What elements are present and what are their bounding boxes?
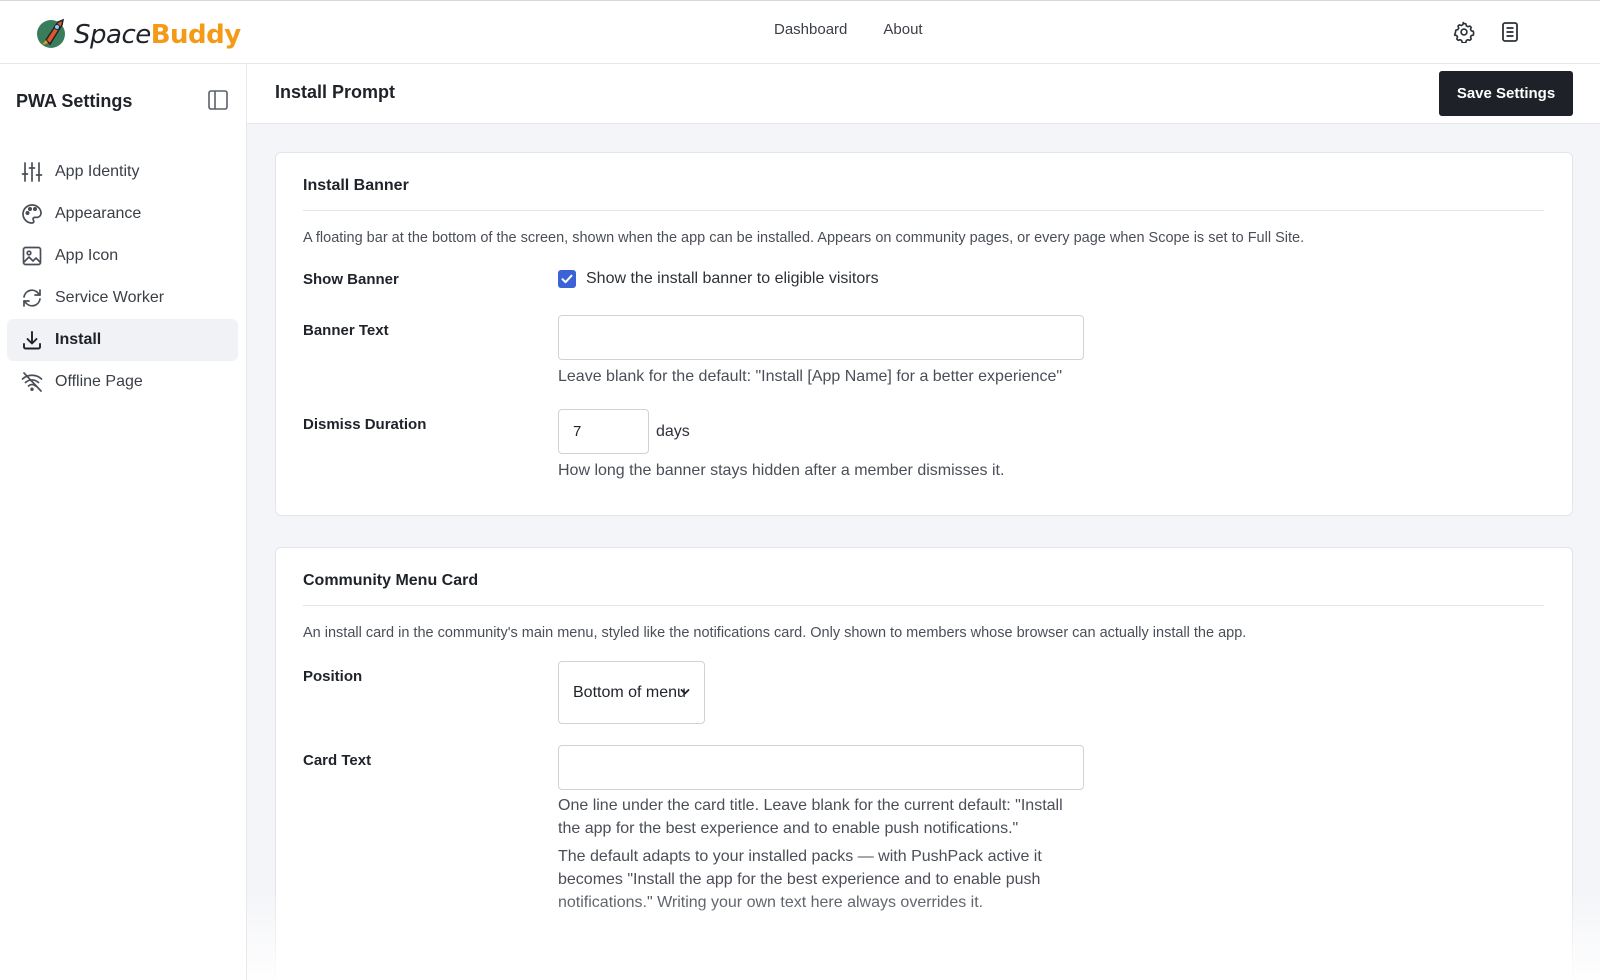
nav-about[interactable]: About — [883, 21, 922, 38]
sidebar-item-label: Offline Page — [55, 373, 143, 390]
app-logo[interactable]: SpaceBuddy — [36, 14, 241, 55]
position-field: Bottom of menu — [558, 661, 705, 724]
community-menu-card: Community Menu Card An install card in t… — [275, 547, 1573, 980]
banner-text-help: Leave blank for the default: "Install [A… — [558, 368, 1063, 385]
refresh-icon — [23, 289, 41, 307]
image-icon — [22, 246, 42, 266]
logo-word-space: Space — [74, 19, 151, 50]
sidebar-item-label: Appearance — [55, 205, 142, 222]
sidebar-header: PWA Settings — [16, 86, 231, 116]
logo-wordmark: SpaceBuddy — [74, 20, 241, 50]
sidebar-toggle-icon[interactable] — [207, 89, 231, 113]
top-bar: SpaceBuddy Dashboard About — [0, 0, 1600, 64]
sidebar-item-label: Service Worker — [55, 289, 165, 306]
dismiss-duration-label: Dismiss Duration — [303, 416, 427, 433]
page-title: Install Prompt — [275, 82, 396, 102]
card-description: A floating bar at the bottom of the scre… — [303, 230, 1305, 246]
card-text-field-wrap — [558, 745, 1084, 790]
sidebar-item-install[interactable]: Install — [7, 319, 238, 361]
nav-dashboard[interactable]: Dashboard — [774, 21, 847, 38]
main-content: Install Prompt Save Settings Install Ban… — [247, 64, 1600, 980]
sidebar-item-service-worker[interactable]: Service Worker — [7, 277, 238, 319]
top-nav: Dashboard About — [774, 21, 923, 38]
sidebar-item-label: App Icon — [55, 247, 119, 264]
install-banner-card: Install Banner A floating bar at the bot… — [275, 152, 1573, 516]
sliders-icon — [21, 162, 43, 182]
sidebar-item-offline-page[interactable]: Offline Page — [7, 361, 238, 403]
card-text-label: Card Text — [303, 752, 372, 769]
dismiss-duration-help: How long the banner stays hidden after a… — [558, 462, 1005, 479]
palette-icon — [22, 204, 42, 224]
banner-text-input[interactable] — [558, 315, 1084, 360]
card-text-input[interactable] — [558, 745, 1084, 790]
sidebar-title: PWA Settings — [16, 91, 133, 111]
gear-icon[interactable] — [1452, 20, 1476, 44]
sidebar-item-app-identity[interactable]: App Identity — [7, 151, 238, 193]
rocket-icon — [36, 14, 70, 55]
checkmark-icon — [561, 274, 573, 284]
position-select[interactable]: Bottom of menu — [558, 661, 705, 724]
card-text-help: One line under the card title. Leave bla… — [558, 797, 1063, 837]
card-description: An install card in the community's main … — [303, 625, 1247, 641]
show-banner-row: Show the install banner to eligible visi… — [558, 270, 879, 288]
chevron-down-icon — [680, 689, 690, 695]
document-icon[interactable] — [1498, 20, 1522, 44]
logo-word-buddy: Buddy — [150, 19, 242, 50]
sidebar-item-app-icon[interactable]: App Icon — [7, 235, 238, 277]
sidebar-item-label: App Identity — [55, 163, 140, 180]
show-banner-checkbox-label[interactable]: Show the install banner to eligible visi… — [586, 270, 879, 288]
download-icon — [23, 331, 41, 350]
card-text-default-note: The default adapts to your installed pac… — [558, 848, 1042, 911]
top-icons — [1452, 20, 1522, 44]
position-selected-value: Bottom of menu — [573, 683, 686, 701]
sidebar-nav: App Identity Appearance App Icon Service… — [7, 151, 238, 403]
position-label: Position — [303, 668, 363, 685]
show-banner-label: Show Banner — [303, 271, 399, 288]
dismiss-duration-field: days — [558, 409, 690, 454]
wifi-off-icon — [21, 372, 43, 392]
save-settings-button[interactable]: Save Settings — [1439, 71, 1573, 116]
card-title: Install Banner — [303, 177, 1544, 211]
main-header: Install Prompt Save Settings — [247, 64, 1600, 124]
banner-text-field-wrap — [558, 315, 1084, 360]
show-banner-checkbox[interactable] — [558, 270, 576, 288]
dismiss-duration-input[interactable] — [558, 409, 649, 454]
dismiss-duration-unit: days — [656, 422, 690, 440]
sidebar-item-label: Install — [55, 331, 102, 348]
banner-text-label: Banner Text — [303, 322, 389, 339]
sidebar: PWA Settings App Identity Appearance App… — [0, 64, 247, 980]
card-title: Community Menu Card — [303, 572, 1544, 606]
sidebar-item-appearance[interactable]: Appearance — [7, 193, 238, 235]
